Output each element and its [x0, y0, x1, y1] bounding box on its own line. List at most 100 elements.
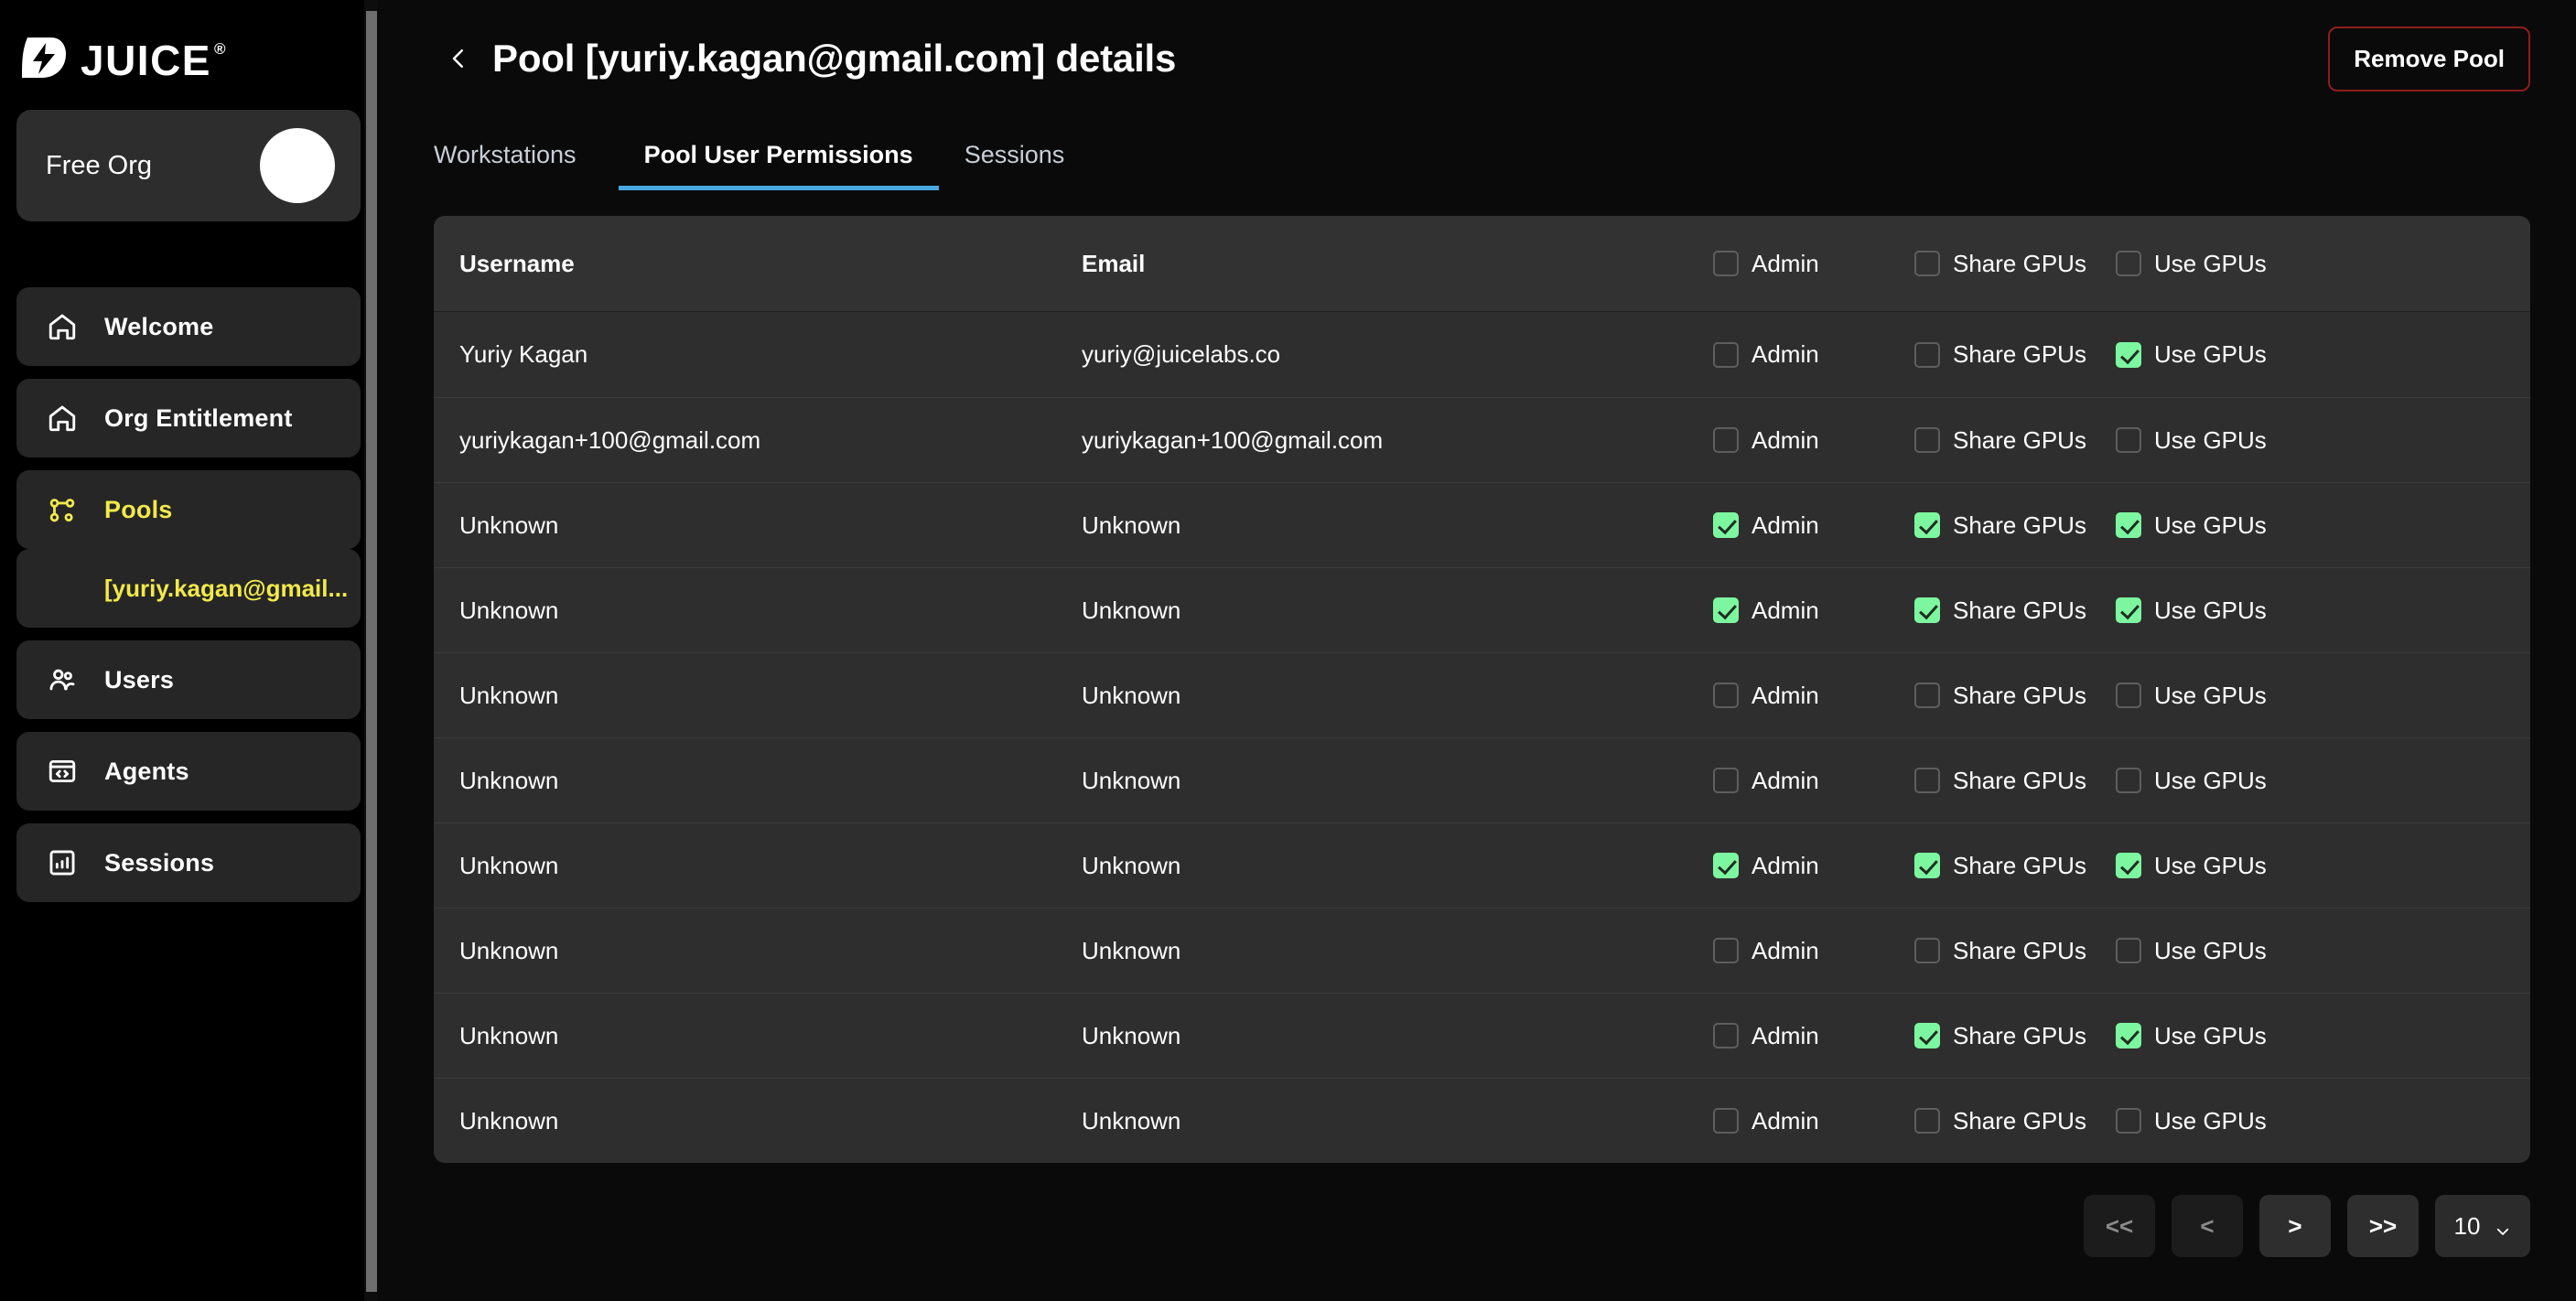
cell-email: yuriy@juicelabs.co [1082, 340, 1713, 369]
perm-label-use-gpus: Use GPUs [2154, 511, 2267, 539]
use-gpus-toggle[interactable]: Use GPUs [2116, 682, 2317, 710]
email-value: Unknown [1082, 681, 1181, 709]
admin-toggle[interactable]: Admin [1713, 340, 1914, 369]
share-gpus-toggle[interactable]: Share GPUs [1914, 597, 2116, 625]
brand-logo: JUICE ® [0, 0, 377, 95]
checkbox-admin[interactable] [1713, 341, 1739, 368]
sidebar-item-users[interactable]: Users [16, 640, 361, 719]
checkbox-share-gpus[interactable] [1914, 853, 1940, 878]
checkbox-use-gpus[interactable] [2116, 427, 2141, 453]
cell-permissions: Admin Share GPUs Use GPUs [1713, 340, 2530, 369]
checkbox-admin[interactable] [1713, 597, 1739, 623]
share-gpus-toggle[interactable]: Share GPUs [1914, 340, 2116, 369]
org-switcher[interactable]: Free Org [16, 110, 361, 221]
admin-toggle[interactable]: Admin [1713, 1107, 1914, 1135]
checkbox-admin[interactable] [1713, 427, 1739, 453]
share-gpus-toggle[interactable]: Share GPUs [1914, 682, 2116, 710]
checkbox-share-gpus[interactable] [1914, 938, 1940, 963]
use-gpus-toggle[interactable]: Use GPUs [2116, 1107, 2317, 1135]
tab-sessions[interactable]: Sessions [939, 141, 1091, 190]
chevron-left-icon[interactable] [434, 31, 483, 86]
use-gpus-toggle[interactable]: Use GPUs [2116, 340, 2317, 369]
checkbox-share-gpus[interactable] [1914, 427, 1940, 453]
sidebar-item-pools[interactable]: Pools [16, 470, 361, 549]
checkbox-share-gpus[interactable] [1914, 1023, 1940, 1048]
brand-wordmark: JUICE ® [81, 39, 227, 81]
share-gpus-toggle[interactable]: Share GPUs [1914, 852, 2116, 880]
header-share-gpus-toggle[interactable]: Share GPUs [1914, 250, 2116, 278]
checkbox-use-gpus[interactable] [2116, 853, 2141, 878]
perm-label-share-gpus: Share GPUs [1953, 1106, 2086, 1134]
header-use-gpus-toggle[interactable]: Use GPUs [2116, 250, 2317, 278]
use-gpus-toggle[interactable]: Use GPUs [2116, 597, 2317, 625]
checkbox-share-gpus[interactable] [1914, 768, 1940, 793]
checkbox-use-gpus[interactable] [2116, 597, 2141, 623]
checkbox-admin[interactable] [1713, 853, 1739, 878]
share-gpus-toggle[interactable]: Share GPUs [1914, 767, 2116, 795]
checkbox-share-gpus[interactable] [1914, 597, 1940, 623]
cell-email: Unknown [1082, 937, 1713, 965]
admin-toggle[interactable]: Admin [1713, 1022, 1914, 1050]
table-row: Unknown Unknown Admin Share GPUs Use GPUs [434, 652, 2530, 737]
checkbox-admin[interactable] [1713, 1108, 1739, 1134]
share-gpus-toggle[interactable]: Share GPUs [1914, 511, 2116, 540]
pagination-next-button[interactable]: > [2259, 1195, 2331, 1257]
checkbox-use-gpus[interactable] [2116, 683, 2141, 708]
checkbox-share-gpus[interactable] [1914, 683, 1940, 708]
sidebar-item-agents[interactable]: Agents [16, 732, 361, 811]
sidebar-item-label: Welcome [104, 312, 214, 340]
admin-toggle[interactable]: Admin [1713, 937, 1914, 965]
use-gpus-toggle[interactable]: Use GPUs [2116, 767, 2317, 795]
remove-pool-button[interactable]: Remove Pool [2328, 26, 2530, 91]
sidebar-item-org-entitlement[interactable]: Org Entitlement [16, 379, 361, 457]
page-size-select[interactable]: 10 [2435, 1195, 2530, 1257]
admin-toggle[interactable]: Admin [1713, 597, 1914, 625]
admin-toggle[interactable]: Admin [1713, 511, 1914, 540]
checkbox-share-gpus[interactable] [1914, 341, 1940, 368]
use-gpus-toggle[interactable]: Use GPUs [2116, 426, 2317, 455]
username-value: Unknown [459, 1106, 559, 1134]
sidebar-item-sessions[interactable]: Sessions [16, 823, 361, 902]
checkbox-share-gpus[interactable] [1914, 512, 1940, 538]
checkbox-use-gpus[interactable] [2116, 938, 2141, 963]
share-gpus-toggle[interactable]: Share GPUs [1914, 426, 2116, 455]
pagination-first-button[interactable]: << [2084, 1195, 2155, 1257]
checkbox-use-gpus[interactable] [2116, 1108, 2141, 1134]
share-gpus-toggle[interactable]: Share GPUs [1914, 1022, 2116, 1050]
checkbox-admin[interactable] [1713, 768, 1739, 793]
perm-label-use-gpus: Use GPUs [2154, 936, 2267, 964]
perm-label-share-gpus: Share GPUs [1953, 249, 2086, 277]
checkbox-admin[interactable] [1713, 251, 1739, 276]
checkbox-use-gpus[interactable] [2116, 768, 2141, 793]
checkbox-use-gpus[interactable] [2116, 251, 2141, 276]
use-gpus-toggle[interactable]: Use GPUs [2116, 1022, 2317, 1050]
tab-workstations[interactable]: Workstations [434, 141, 602, 190]
header-admin-toggle[interactable]: Admin [1713, 250, 1914, 278]
checkbox-admin[interactable] [1713, 938, 1739, 963]
share-gpus-toggle[interactable]: Share GPUs [1914, 937, 2116, 965]
pagination-prev-button[interactable]: < [2172, 1195, 2243, 1257]
sidebar-subitem-pool-detail[interactable]: [yuriy.kagan@gmail... [16, 549, 361, 628]
checkbox-share-gpus[interactable] [1914, 1108, 1940, 1134]
checkbox-admin[interactable] [1713, 683, 1739, 708]
checkbox-share-gpus[interactable] [1914, 251, 1940, 276]
avatar[interactable] [260, 128, 335, 203]
share-gpus-toggle[interactable]: Share GPUs [1914, 1107, 2116, 1135]
admin-toggle[interactable]: Admin [1713, 852, 1914, 880]
checkbox-use-gpus[interactable] [2116, 341, 2141, 368]
admin-toggle[interactable]: Admin [1713, 426, 1914, 455]
checkbox-admin[interactable] [1713, 512, 1739, 538]
table-row: Unknown Unknown Admin Share GPUs Use GPUs [434, 993, 2530, 1078]
checkbox-use-gpus[interactable] [2116, 1023, 2141, 1048]
checkbox-admin[interactable] [1713, 1023, 1739, 1048]
checkbox-use-gpus[interactable] [2116, 512, 2141, 538]
pagination-last-button[interactable]: >> [2347, 1195, 2419, 1257]
use-gpus-toggle[interactable]: Use GPUs [2116, 852, 2317, 880]
tab-pool-user-permissions[interactable]: Pool User Permissions [618, 141, 939, 190]
admin-toggle[interactable]: Admin [1713, 682, 1914, 710]
sidebar-item-welcome[interactable]: Welcome [16, 287, 361, 366]
use-gpus-toggle[interactable]: Use GPUs [2116, 937, 2317, 965]
admin-toggle[interactable]: Admin [1713, 767, 1914, 795]
use-gpus-toggle[interactable]: Use GPUs [2116, 511, 2317, 540]
perm-label-share-gpus: Share GPUs [1953, 681, 2086, 709]
